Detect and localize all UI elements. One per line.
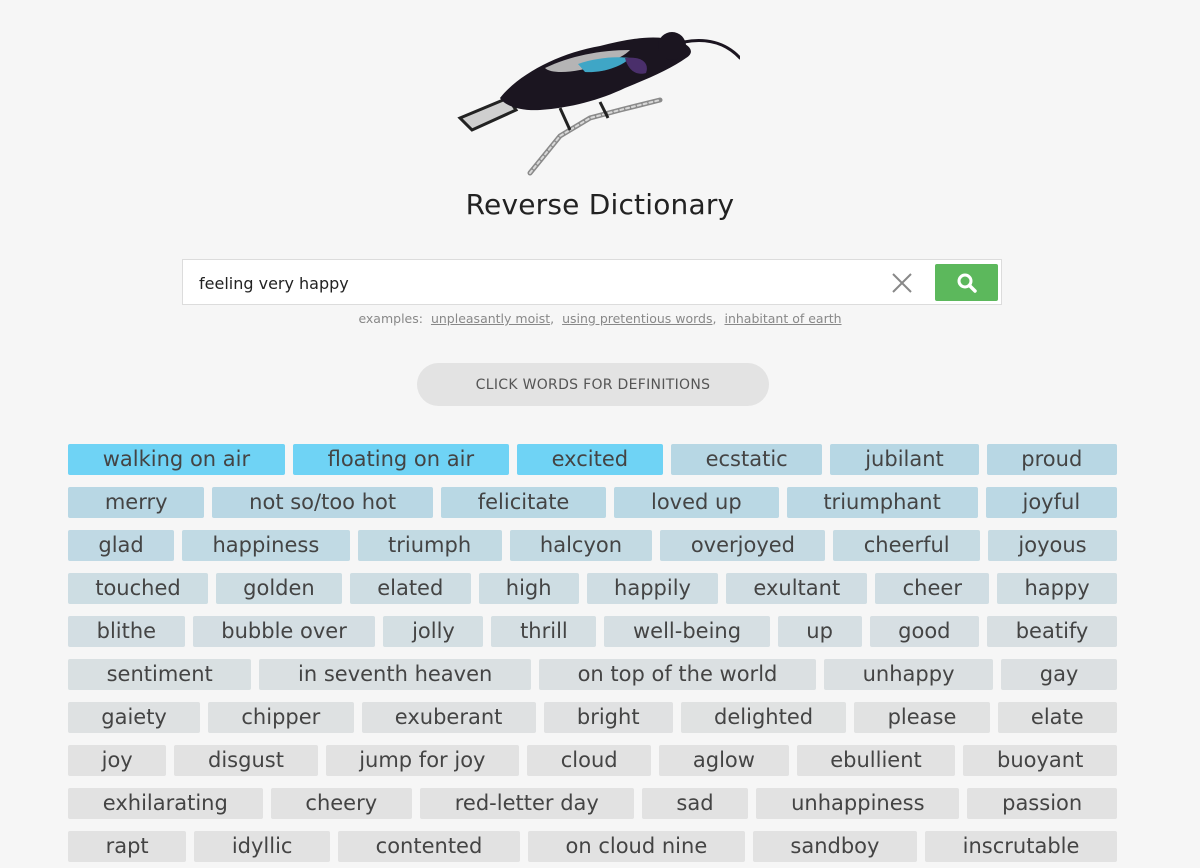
result-word[interactable]: exhilarating (68, 788, 263, 819)
result-word[interactable]: joy (68, 745, 167, 776)
result-word[interactable]: triumphant (786, 487, 978, 518)
search-examples: examples: unpleasantly moist, using pret… (358, 311, 842, 326)
result-word[interactable]: excited (516, 444, 663, 475)
page-title: Reverse Dictionary (465, 188, 735, 221)
result-word[interactable]: unhappiness (756, 788, 960, 819)
result-word[interactable]: walking on air (68, 444, 285, 475)
result-word[interactable]: gaiety (68, 702, 201, 733)
search-bar (182, 259, 1002, 305)
result-word[interactable]: overjoyed (660, 530, 826, 561)
result-word[interactable]: elated (349, 573, 471, 604)
result-word[interactable]: sad (641, 788, 749, 819)
result-word[interactable]: in seventh heaven (259, 659, 531, 690)
result-word[interactable]: thrill (491, 616, 597, 647)
result-word[interactable]: on top of the world (538, 659, 816, 690)
example-link[interactable]: using pretentious words (562, 311, 712, 326)
sunbird-illustration-icon (450, 18, 742, 178)
result-word[interactable]: joyful (985, 487, 1117, 518)
result-word[interactable]: chipper (208, 702, 354, 733)
result-word[interactable]: floating on air (292, 444, 509, 475)
example-link[interactable]: unpleasantly moist (431, 311, 550, 326)
result-word[interactable]: cloud (527, 745, 652, 776)
result-word[interactable]: contented (338, 831, 520, 862)
search-icon (957, 273, 977, 293)
result-word[interactable]: exuberant (361, 702, 536, 733)
result-word[interactable]: well-being (604, 616, 770, 647)
result-word[interactable]: jolly (383, 616, 484, 647)
result-word[interactable]: passion (967, 788, 1117, 819)
result-word[interactable]: loved up (614, 487, 779, 518)
result-word[interactable]: felicitate (440, 487, 607, 518)
result-word[interactable]: buoyant (963, 745, 1117, 776)
examples-label: examples: (358, 311, 423, 326)
result-word[interactable]: on cloud nine (527, 831, 745, 862)
result-word[interactable]: unhappy (824, 659, 994, 690)
result-word[interactable]: up (777, 616, 862, 647)
result-word[interactable]: blithe (68, 616, 185, 647)
result-word[interactable]: inscrutable (925, 831, 1117, 862)
result-word[interactable]: ebullient (796, 745, 956, 776)
result-word[interactable]: sandboy (752, 831, 918, 862)
result-word[interactable]: proud (986, 444, 1118, 475)
result-word[interactable]: please (854, 702, 990, 733)
result-word[interactable]: exultant (726, 573, 868, 604)
clear-search-button[interactable] (889, 270, 915, 296)
result-word[interactable]: not so/too hot (212, 487, 433, 518)
result-word[interactable]: bubble over (192, 616, 376, 647)
result-word[interactable]: elate (997, 702, 1117, 733)
result-word[interactable]: triumph (357, 530, 502, 561)
result-word[interactable]: gay (1001, 659, 1117, 690)
result-word[interactable]: cheery (270, 788, 412, 819)
result-word[interactable]: disgust (174, 745, 318, 776)
result-word[interactable]: ecstatic (670, 444, 823, 475)
result-word[interactable]: merry (68, 487, 205, 518)
result-word[interactable]: rapt (68, 831, 187, 862)
search-input[interactable] (197, 268, 881, 298)
results-word-cloud: walking on air floating on air excited ecst… (68, 444, 1118, 868)
result-word[interactable]: idyllic (194, 831, 331, 862)
result-word[interactable]: cheer (875, 573, 990, 604)
result-word[interactable]: joyous (988, 530, 1117, 561)
result-word[interactable]: happily (586, 573, 719, 604)
result-word[interactable]: sentiment (68, 659, 252, 690)
result-word[interactable]: cheerful (833, 530, 981, 561)
close-icon (892, 273, 912, 293)
result-word[interactable]: bright (543, 702, 673, 733)
result-word[interactable]: golden (215, 573, 342, 604)
result-word[interactable]: happy (997, 573, 1117, 604)
result-word[interactable]: jump for joy (325, 745, 520, 776)
result-word[interactable]: delighted (680, 702, 847, 733)
example-link[interactable]: inhabitant of earth (724, 311, 841, 326)
result-word[interactable]: beatify (987, 616, 1117, 647)
result-word[interactable]: aglow (659, 745, 789, 776)
result-word[interactable]: happiness (182, 530, 350, 561)
result-word[interactable]: jubilant (830, 444, 979, 475)
result-word[interactable]: touched (68, 573, 208, 604)
result-word[interactable]: halcyon (509, 530, 653, 561)
result-word[interactable]: glad (68, 530, 175, 561)
result-word[interactable]: good (869, 616, 980, 647)
result-word[interactable]: high (478, 573, 579, 604)
search-button[interactable] (935, 264, 998, 301)
click-words-for-definitions-button[interactable]: CLICK WORDS FOR DEFINITIONS (417, 363, 769, 406)
result-word[interactable]: red-letter day (419, 788, 634, 819)
